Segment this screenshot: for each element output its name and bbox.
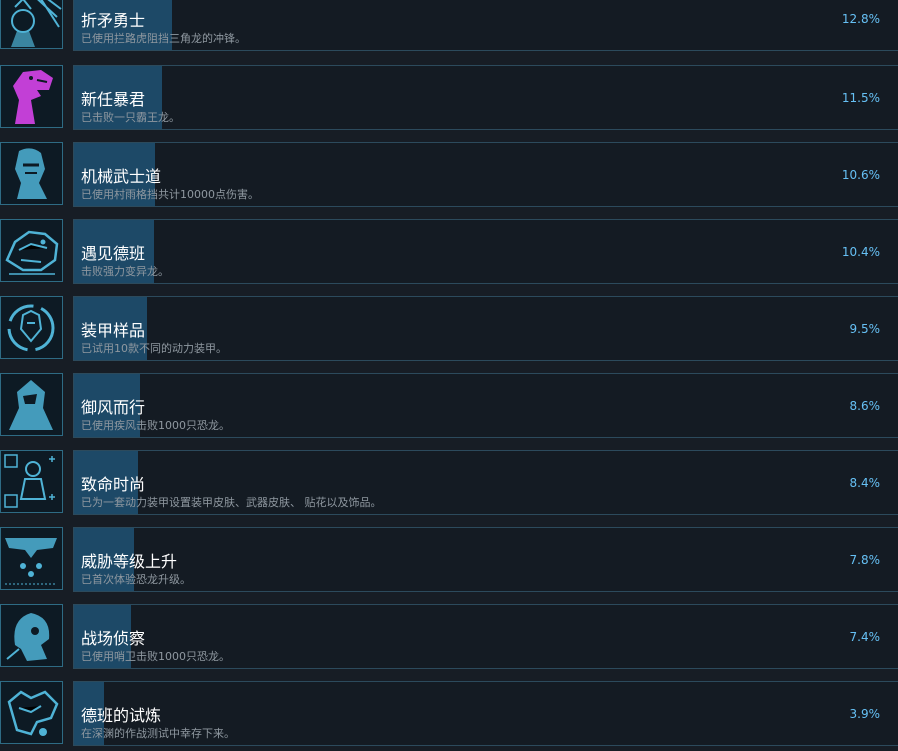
achievement-description: 已使用疾风击败1000只恐龙。 — [81, 419, 230, 432]
achievement-title: 新任暴君 — [81, 90, 146, 109]
achievement-title: 装甲样品 — [81, 321, 146, 340]
achievement-title: 遇见德班 — [81, 244, 146, 263]
achievement-row: 威胁等级上升已首次体验恐龙升级。 7.8% — [0, 527, 898, 592]
unlock-percentage: 11.5% — [841, 91, 880, 105]
achievement-description: 击败强力变异龙。 — [81, 265, 169, 278]
achievement-title: 战场侦察 — [81, 629, 146, 648]
achievement-panel: 战场侦察已使用哨卫击败1000只恐龙。 7.4% — [73, 604, 898, 669]
achievement-description: 已首次体验恐龙升级。 — [81, 573, 191, 586]
threat-level-icon — [0, 527, 63, 590]
achievement-title: 致命时尚 — [81, 475, 146, 494]
achievement-panel: 新任暴君已击败一只霸王龙。 11.5% — [73, 65, 898, 130]
achievement-description: 已使用拦路虎阻挡三角龙的冲锋。 — [81, 32, 246, 45]
unlock-percentage: 10.4% — [841, 245, 880, 259]
achievement-row: 御风而行已使用疾风击败1000只恐龙。 8.6% — [0, 373, 898, 438]
achievement-description: 已试用10款不同的动力装甲。 — [81, 342, 227, 355]
achievement-description: 已为一套动力装甲设置装甲皮肤、武器皮肤、 贴花以及饰品。 — [81, 496, 382, 509]
unlock-percentage: 8.4% — [849, 476, 881, 490]
achievement-description: 已使用哨卫击败1000只恐龙。 — [81, 650, 230, 663]
armor-cycle-icon — [0, 296, 63, 359]
achievement-panel: 德班的试炼在深渊的作战测试中幸存下来。 3.9% — [73, 681, 898, 746]
achievement-list: 折矛勇士已使用拦路虎阻挡三角龙的冲锋。 12.8% 新任暴君已击败一只霸王龙。 11.… — [0, 0, 898, 751]
wind-rider-icon — [0, 373, 63, 436]
achievement-title: 机械武士道 — [81, 167, 162, 186]
unlock-percentage: 12.8% — [841, 12, 880, 26]
tyrant-rex-icon — [0, 65, 63, 128]
achievement-row: 装甲样品已试用10款不同的动力装甲。 9.5% — [0, 296, 898, 361]
achievement-row: 致命时尚已为一套动力装甲设置装甲皮肤、武器皮肤、 贴花以及饰品。 8.4% — [0, 450, 898, 515]
mutant-dino-icon — [0, 219, 63, 282]
unlock-percentage: 7.8% — [849, 553, 881, 567]
sentinel-scout-icon — [0, 604, 63, 667]
achievement-title: 御风而行 — [81, 398, 146, 417]
achievement-panel: 御风而行已使用疾风击败1000只恐龙。 8.6% — [73, 373, 898, 438]
achievement-row: 机械武士道已使用村雨格挡共计10000点伤害。 10.6% — [0, 142, 898, 207]
achievement-description: 在深渊的作战测试中幸存下来。 — [81, 727, 235, 740]
achievement-title: 折矛勇士 — [81, 11, 146, 30]
achievement-row: 新任暴君已击败一只霸王龙。 11.5% — [0, 65, 898, 130]
achievement-row: 战场侦察已使用哨卫击败1000只恐龙。 7.4% — [0, 604, 898, 669]
achievement-description: 已使用村雨格挡共计10000点伤害。 — [81, 188, 259, 201]
achievement-panel: 装甲样品已试用10款不同的动力装甲。 9.5% — [73, 296, 898, 361]
achievement-row: 折矛勇士已使用拦路虎阻挡三角龙的冲锋。 12.8% — [0, 0, 898, 51]
achievement-title: 德班的试炼 — [81, 706, 162, 725]
unlock-percentage: 3.9% — [849, 707, 881, 721]
achievement-panel: 威胁等级上升已首次体验恐龙升级。 7.8% — [73, 527, 898, 592]
achievement-title: 威胁等级上升 — [81, 552, 178, 571]
achievement-panel: 致命时尚已为一套动力装甲设置装甲皮肤、武器皮肤、 贴花以及饰品。 8.4% — [73, 450, 898, 515]
unlock-percentage: 10.6% — [841, 168, 880, 182]
unlock-percentage: 7.4% — [849, 630, 881, 644]
achievement-panel: 遇见德班击败强力变异龙。 10.4% — [73, 219, 898, 284]
achievement-panel: 机械武士道已使用村雨格挡共计10000点伤害。 10.6% — [73, 142, 898, 207]
fashion-armor-icon — [0, 450, 63, 513]
achievement-description: 已击败一只霸王龙。 — [81, 111, 180, 124]
trial-icon — [0, 681, 63, 744]
mech-samurai-icon — [0, 142, 63, 205]
achievement-row: 遇见德班击败强力变异龙。 10.4% — [0, 219, 898, 284]
warrior-spear-icon — [0, 0, 63, 49]
unlock-percentage: 9.5% — [849, 322, 881, 336]
achievement-row: 德班的试炼在深渊的作战测试中幸存下来。 3.9% — [0, 681, 898, 746]
achievement-panel: 折矛勇士已使用拦路虎阻挡三角龙的冲锋。 12.8% — [73, 0, 898, 51]
unlock-percentage: 8.6% — [849, 399, 881, 413]
